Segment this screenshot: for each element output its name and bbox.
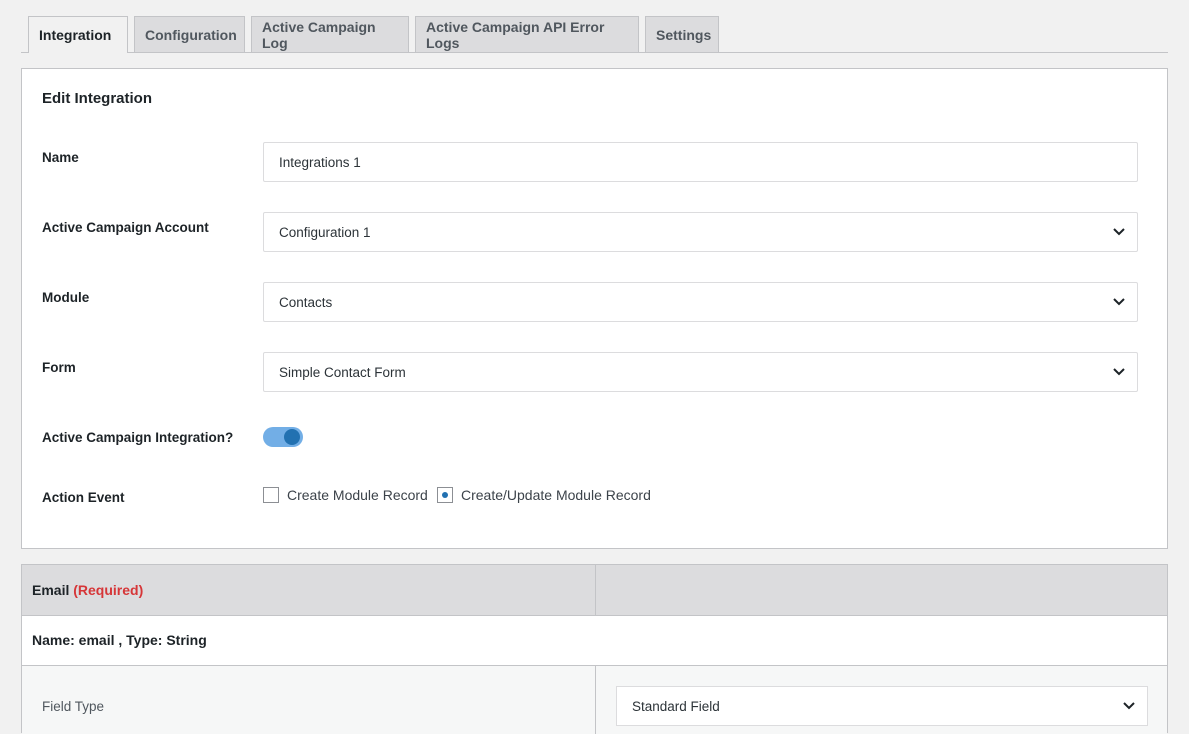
edit-integration-panel: Edit Integration Name Integrations 1 Act… <box>21 68 1168 549</box>
create-module-record-option[interactable]: Create Module Record <box>263 487 428 503</box>
column-divider <box>595 565 596 616</box>
account-select-value: Configuration 1 <box>279 224 371 240</box>
name-label: Name <box>42 150 79 165</box>
toggle-knob <box>284 429 300 445</box>
tab-settings[interactable]: Settings <box>645 16 719 52</box>
module-select[interactable]: Contacts <box>263 282 1138 322</box>
tab-active-campaign-log[interactable]: Active Campaign Log <box>251 16 409 52</box>
account-label: Active Campaign Account <box>42 220 209 235</box>
tab-bar: Integration Configuration Active Campaig… <box>21 16 1168 53</box>
field-meta-text: Name: email , Type: String <box>32 632 207 648</box>
field-type-label: Field Type <box>42 699 105 714</box>
chevron-down-icon <box>1113 368 1125 376</box>
create-update-module-record-label: Create/Update Module Record <box>461 487 651 503</box>
action-event-label: Action Event <box>42 490 125 505</box>
name-input-value: Integrations 1 <box>279 154 361 170</box>
module-label: Module <box>42 290 90 305</box>
integration-toggle[interactable] <box>263 427 303 447</box>
field-type-select[interactable]: Standard Field <box>616 686 1148 726</box>
chevron-down-icon <box>1113 298 1125 306</box>
field-name: Email <box>32 582 70 598</box>
required-badge: (Required) <box>73 582 144 598</box>
integration-toggle-label: Active Campaign Integration? <box>42 430 234 445</box>
create-module-record-label: Create Module Record <box>287 487 428 503</box>
field-header-label: Email (Required) <box>32 582 143 598</box>
tab-api-error-logs[interactable]: Active Campaign API Error Logs <box>415 16 639 52</box>
form-select[interactable]: Simple Contact Form <box>263 352 1138 392</box>
create-module-record-checkbox[interactable] <box>263 487 279 503</box>
create-update-module-record-radio[interactable] <box>437 487 453 503</box>
chevron-down-icon <box>1113 228 1125 236</box>
page-title: Edit Integration <box>42 90 152 107</box>
account-select[interactable]: Configuration 1 <box>263 212 1138 252</box>
form-label: Form <box>42 360 76 375</box>
field-type-select-value: Standard Field <box>632 698 720 714</box>
field-header-row: Email (Required) <box>22 565 1167 616</box>
form-select-value: Simple Contact Form <box>279 364 406 380</box>
tab-integration[interactable]: Integration <box>28 16 128 53</box>
tab-configuration[interactable]: Configuration <box>134 16 245 52</box>
column-divider <box>595 666 596 734</box>
chevron-down-icon <box>1123 702 1135 710</box>
module-select-value: Contacts <box>279 294 333 310</box>
name-input[interactable]: Integrations 1 <box>263 142 1138 182</box>
create-update-module-record-option[interactable]: Create/Update Module Record <box>437 487 651 503</box>
field-mapping-table: Email (Required) Name: email , Type: Str… <box>21 564 1168 734</box>
field-meta-row: Name: email , Type: String <box>22 616 1167 666</box>
field-type-row: Field Type Standard Field <box>22 666 1167 734</box>
